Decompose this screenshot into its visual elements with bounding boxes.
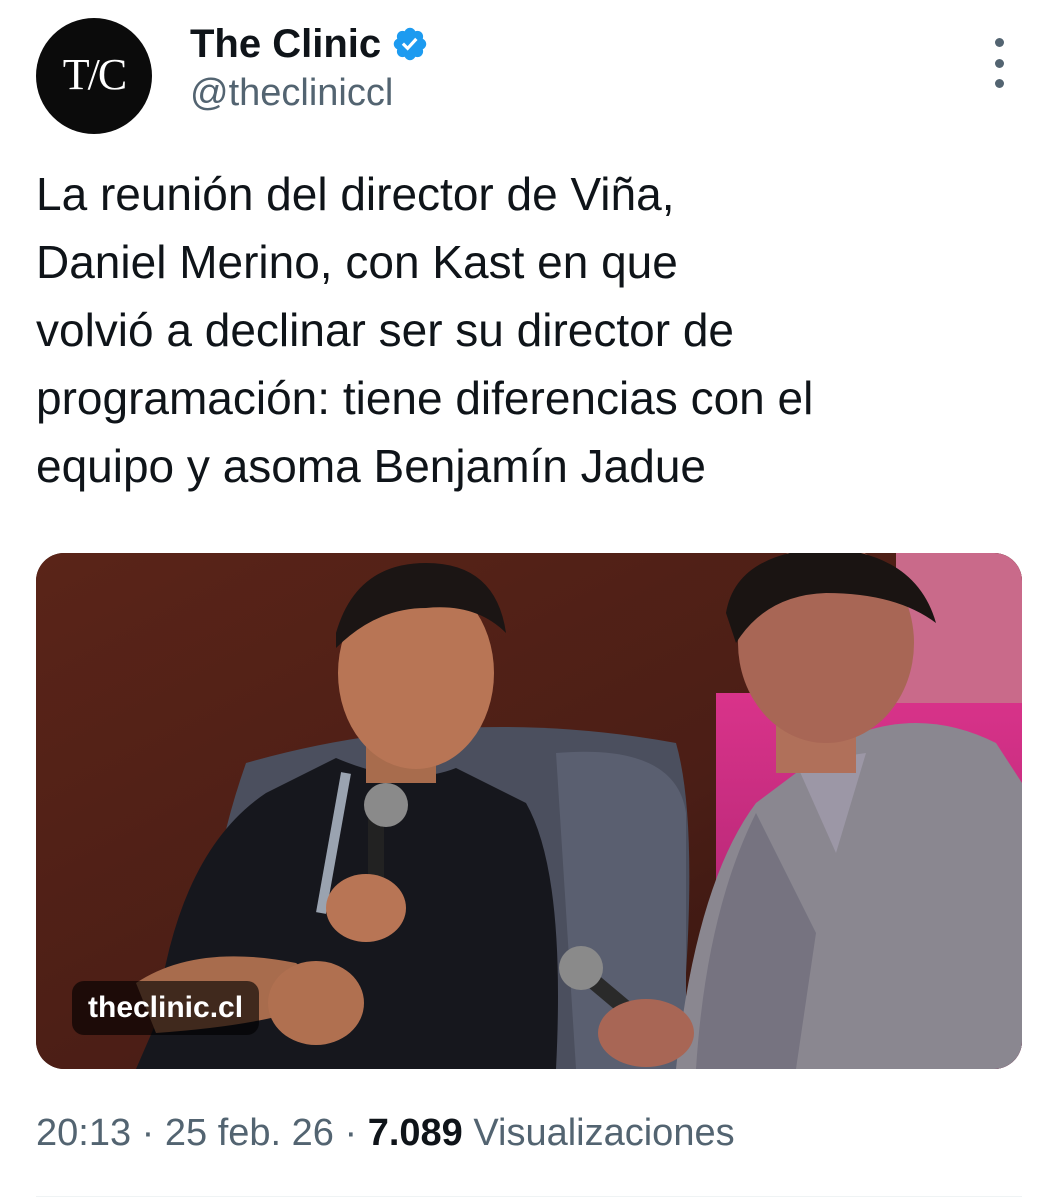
tweet-meta: 20:13 · 25 feb. 26 · 7.089 Visualizacion… bbox=[36, 1112, 735, 1155]
views-count[interactable]: 7.089 bbox=[368, 1112, 463, 1155]
tweet-time[interactable]: 20:13 bbox=[36, 1112, 131, 1155]
meta-separator: · bbox=[333, 1112, 368, 1154]
meta-separator: · bbox=[131, 1112, 165, 1154]
views-label[interactable]: Visualizaciones bbox=[463, 1112, 734, 1155]
author-handle[interactable]: @thecliniccl bbox=[190, 72, 393, 115]
tweet-text: La reunión del director de Viña, Daniel … bbox=[36, 168, 814, 492]
tweet-media-image[interactable]: theclinic.cl bbox=[36, 553, 1022, 1069]
avatar-logo-text: T/C bbox=[62, 49, 127, 99]
author-name-row: The Clinic bbox=[190, 18, 429, 70]
tweet-date[interactable]: 25 feb. 26 bbox=[165, 1112, 334, 1155]
avatar[interactable]: T/C bbox=[36, 18, 152, 134]
link-source-label[interactable]: theclinic.cl bbox=[72, 981, 260, 1035]
more-options-icon[interactable] bbox=[986, 38, 1012, 88]
tweet: T/C The Clinic @thecliniccl La reunión d… bbox=[0, 0, 1058, 1200]
verified-badge-icon[interactable] bbox=[391, 25, 429, 63]
display-name[interactable]: The Clinic bbox=[190, 22, 381, 67]
divider bbox=[36, 1196, 1022, 1197]
